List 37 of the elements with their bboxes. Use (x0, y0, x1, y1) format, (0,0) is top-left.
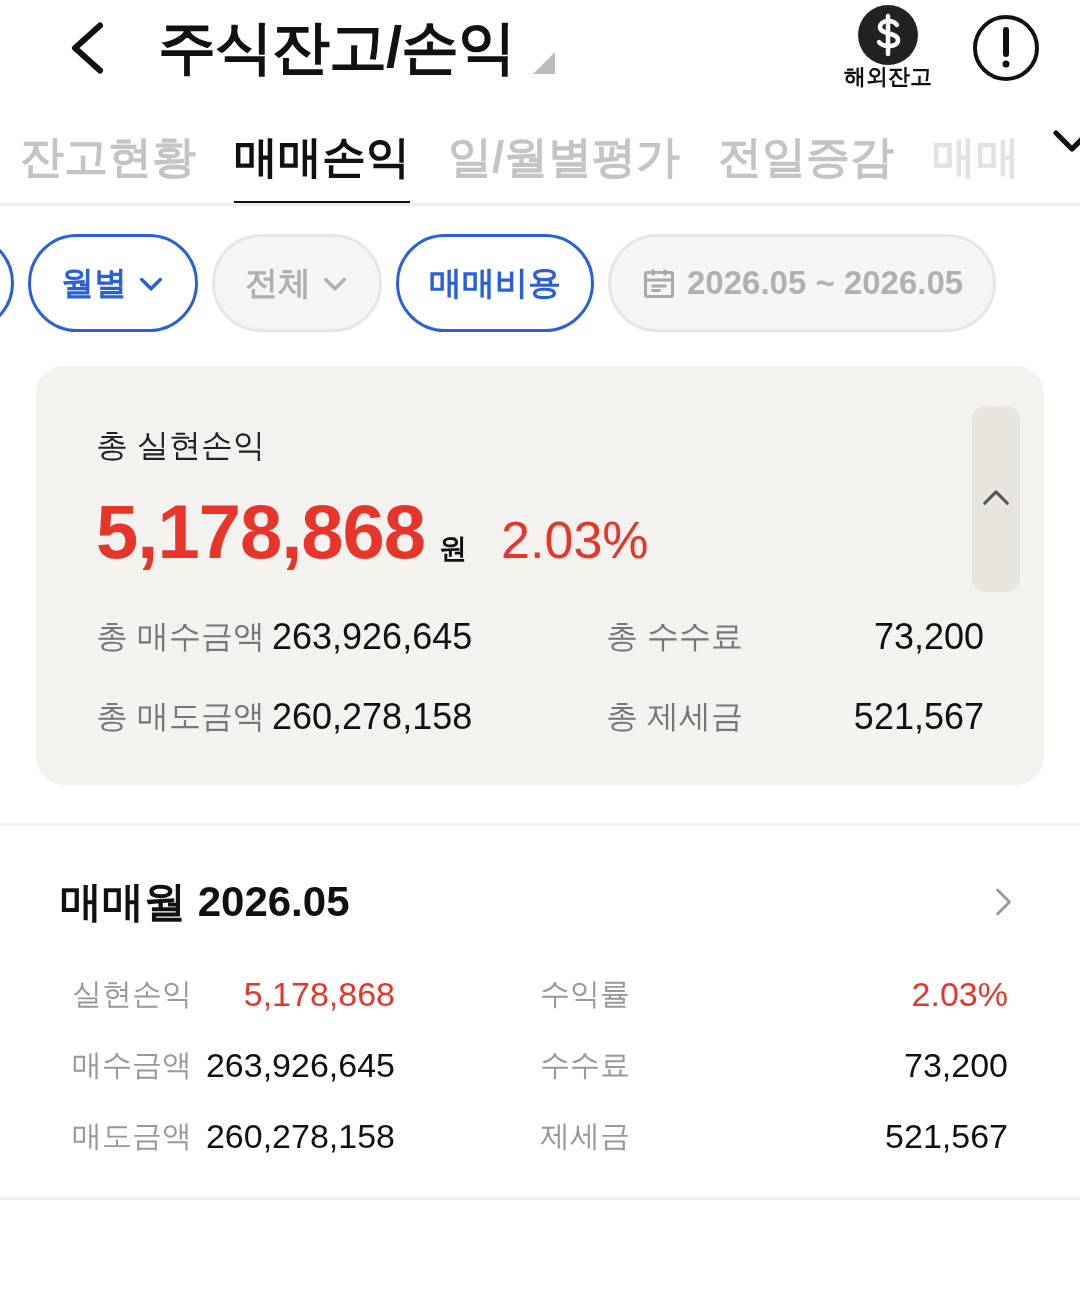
month-value: 521,567 (884, 1117, 1008, 1156)
summary-value: 521,567 (852, 696, 984, 738)
tab[interactable]: 매매손익 (234, 128, 410, 203)
month-title: 매매월 2026.05 (60, 877, 350, 927)
month-label: 실현손익 (72, 976, 193, 1012)
date-range-field[interactable]: 2026.05 ~ 2026.05 (608, 234, 997, 332)
summary-value: 260,278,158 (272, 696, 474, 738)
month-value: 73,200 (903, 1046, 1008, 1085)
dropdown-chip[interactable]: 월별 (28, 234, 198, 332)
month-value: 263,926,645 (204, 1046, 395, 1085)
dropdown-chip[interactable]: 전체 (212, 234, 382, 332)
tab[interactable]: 잔고현황 (20, 128, 196, 203)
summary-label: 총 제세금 (606, 697, 744, 736)
month-value: 260,278,158 (204, 1117, 395, 1156)
profit-rate: 2.03% (501, 510, 649, 570)
total-profit-amount: 5,178,868 (96, 488, 426, 575)
summary-title: 총 실현손익 (96, 426, 266, 465)
summary-value: 73,200 (872, 616, 984, 658)
month-label: 수수료 (540, 1047, 631, 1083)
tab[interactable]: 전일증감 (718, 128, 895, 203)
overseas-balance-button[interactable]: 해외잔고 (844, 4, 932, 92)
month-value: 2.03% (910, 975, 1008, 1014)
month-label: 매수금액 (72, 1047, 193, 1083)
page-title: 주식잔고/손익 (158, 13, 516, 81)
month-value: 5,178,868 (242, 975, 395, 1014)
currency-unit: 원 (439, 532, 468, 566)
corner-icon (533, 52, 556, 74)
tab[interactable]: 일/월별평가 (448, 128, 681, 203)
month-label: 수익률 (540, 976, 631, 1012)
summary-label: 총 매수금액 (96, 617, 266, 656)
summary-value: 263,926,645 (272, 616, 474, 658)
month-label: 매도금액 (72, 1118, 193, 1154)
info-icon[interactable] (972, 14, 1040, 82)
filter-chip[interactable]: 매매비용 (396, 234, 594, 332)
month-label: 제세금 (540, 1118, 631, 1154)
summary-label: 총 매도금액 (96, 697, 266, 736)
summary-label: 총 수수료 (606, 617, 744, 656)
